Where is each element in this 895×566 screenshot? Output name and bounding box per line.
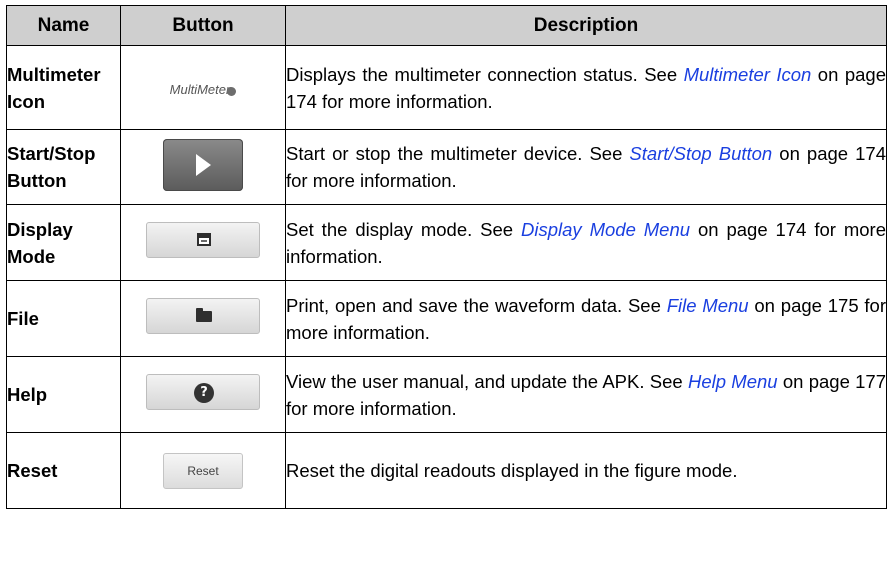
header-description: Description <box>285 5 887 46</box>
row-name: Start/Stop Button <box>6 129 121 205</box>
reference-table-wrapper: Name Button Description Multimeter Icon … <box>6 5 887 509</box>
display-mode-button[interactable] <box>146 222 260 258</box>
row-name: Help <box>6 356 121 433</box>
help-button[interactable]: ? <box>146 374 260 410</box>
row-description: Set the display mode. See Display Mode M… <box>285 204 887 281</box>
header-button: Button <box>120 5 286 46</box>
description-link[interactable]: Help Menu <box>688 371 778 392</box>
table-header-row: Name Button Description <box>6 5 887 46</box>
play-icon <box>196 153 211 176</box>
row-description: Displays the multimeter connection statu… <box>285 45 887 130</box>
row-description: Print, open and save the waveform data. … <box>285 280 887 357</box>
table-row: File Print, open and save the waveform d… <box>6 280 887 357</box>
folder-icon <box>196 308 212 322</box>
help-question-icon: ? <box>194 383 214 403</box>
row-name: Multimeter Icon <box>6 45 121 130</box>
description-link[interactable]: File Menu <box>667 295 749 316</box>
row-button-cell <box>120 129 286 205</box>
row-name: Reset <box>6 432 121 509</box>
reset-button[interactable]: Reset <box>163 452 243 489</box>
description-link[interactable]: Display Mode Menu <box>521 219 690 240</box>
header-name: Name <box>6 5 121 46</box>
plug-status-icon <box>227 86 237 96</box>
row-name: Display Mode <box>6 204 121 281</box>
row-description: View the user manual, and update the APK… <box>285 356 887 433</box>
table-row: Display Mode Set the display mode. See D… <box>6 204 887 281</box>
row-name: File <box>6 280 121 357</box>
table-row: Help ? View the user manual, and update … <box>6 356 887 433</box>
description-text: Start or stop the multimeter device. See <box>286 143 630 164</box>
multimeter-icon[interactable]: MultiMeter <box>170 82 237 97</box>
multimeter-icon-label: MultiMeter <box>169 81 231 97</box>
table-row: Multimeter Icon MultiMeter Displays the … <box>6 45 887 130</box>
table-row: Start/Stop Button Start or stop the mult… <box>6 129 887 205</box>
row-button-cell: ? <box>120 356 286 433</box>
row-button-cell <box>120 204 286 281</box>
row-description: Reset the digital readouts displayed in … <box>285 432 887 509</box>
description-text: Displays the multimeter connection statu… <box>286 63 684 85</box>
display-mode-icon <box>197 233 211 246</box>
description-text: Print, open and save the waveform data. … <box>286 294 667 316</box>
description-link[interactable]: Multimeter Icon <box>684 64 812 85</box>
description-link[interactable]: Start/Stop Button <box>629 143 772 164</box>
row-description: Start or stop the multimeter device. See… <box>285 129 887 205</box>
file-button[interactable] <box>146 298 260 334</box>
start-stop-button[interactable] <box>163 138 243 191</box>
table-row: Reset Reset Reset the digital readouts d… <box>6 432 887 509</box>
description-text: Reset the digital readouts displayed in … <box>286 460 738 481</box>
description-text: View the user manual, and update the APK… <box>286 370 688 392</box>
description-text: Set the display mode. See <box>286 218 521 240</box>
row-button-cell: MultiMeter <box>120 45 286 130</box>
row-button-cell: Reset <box>120 432 286 509</box>
button-reference-table: Name Button Description Multimeter Icon … <box>6 5 887 509</box>
row-button-cell <box>120 280 286 357</box>
